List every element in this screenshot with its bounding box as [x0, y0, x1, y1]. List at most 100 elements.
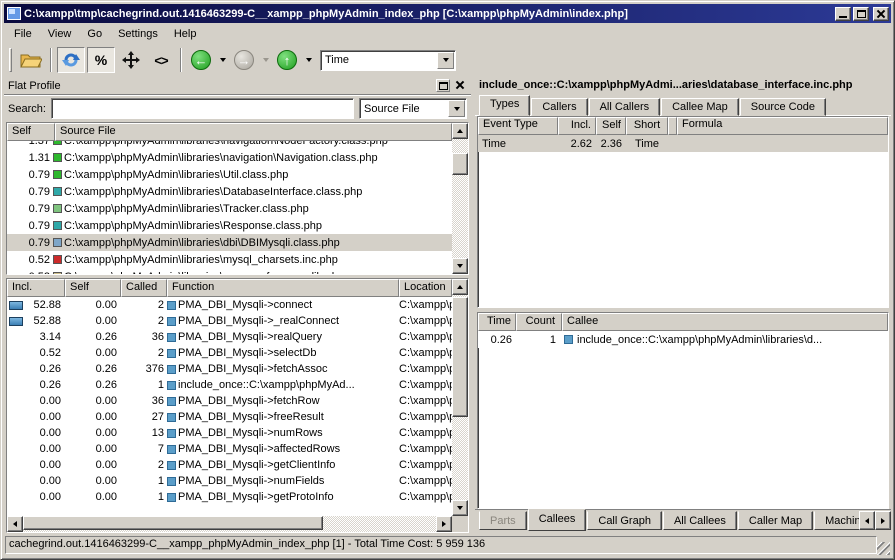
column-header-event-type[interactable]: Event Type	[478, 117, 558, 135]
combo-dropdown-button[interactable]	[437, 52, 454, 69]
function-row[interactable]: 52.88 0.00 2 PMA_DBI_Mysqli->connect C:\…	[7, 297, 452, 313]
combo-dropdown-button[interactable]	[448, 100, 465, 117]
group-select[interactable]: Source File	[359, 98, 467, 119]
menu-file[interactable]: File	[6, 25, 40, 43]
cycle-detection-button[interactable]	[57, 47, 85, 73]
tab-machine-code[interactable]: Machine	[814, 511, 859, 530]
shorten-templates-button[interactable]: <>	[147, 47, 175, 73]
menu-go[interactable]: Go	[79, 25, 110, 43]
title-bar[interactable]: C:\xampp\tmp\cachegrind.out.1416463299-C…	[4, 4, 891, 23]
scroll-left-button[interactable]	[7, 516, 23, 532]
relative-percent-button[interactable]: %	[87, 47, 115, 73]
forward-button[interactable]: →	[230, 47, 258, 73]
scrollbar-track[interactable]	[452, 295, 468, 500]
column-header-short[interactable]: Short	[626, 117, 668, 135]
scrollbar-thumb[interactable]	[23, 516, 323, 530]
toolbar-handle[interactable]	[9, 48, 12, 72]
tab-callees[interactable]: Callees	[528, 509, 587, 531]
tab-parts[interactable]: Parts	[479, 511, 527, 530]
minimize-button[interactable]	[835, 7, 851, 21]
scrollbar-track[interactable]	[23, 516, 436, 532]
callee-row[interactable]: 0.26 1 include_once::C:\xampp\phpMyAdmin…	[478, 331, 888, 348]
source-file-row[interactable]: 1.37 C:\xampp\phpMyAdmin\libraries\navig…	[7, 141, 452, 149]
column-header-self[interactable]: Self	[65, 279, 121, 297]
forward-history-dropdown[interactable]	[260, 47, 271, 73]
source-file-row[interactable]: 1.31 C:\xampp\phpMyAdmin\libraries\navig…	[7, 149, 452, 166]
up-button[interactable]: ↑	[273, 47, 301, 73]
column-header-self[interactable]: Self	[7, 123, 55, 141]
horizontal-scrollbar[interactable]	[7, 516, 452, 532]
up-history-dropdown[interactable]	[303, 47, 314, 73]
function-row[interactable]: 0.00 0.00 27 PMA_DBI_Mysqli->freeResult …	[7, 409, 452, 425]
column-header-location[interactable]: Location	[399, 279, 452, 297]
column-header-function[interactable]: Function	[167, 279, 399, 297]
column-header-called[interactable]: Called	[121, 279, 167, 297]
function-row[interactable]: 0.52 0.00 2 PMA_DBI_Mysqli->selectDb C:\…	[7, 345, 452, 361]
source-file-row-selected[interactable]: 0.79 C:\xampp\phpMyAdmin\libraries\dbi\D…	[7, 234, 452, 251]
back-button[interactable]: ←	[187, 47, 215, 73]
column-header-time[interactable]: Time	[478, 313, 516, 331]
maximize-button[interactable]	[853, 7, 869, 21]
column-header-count[interactable]: Count	[516, 313, 562, 331]
search-input[interactable]	[51, 98, 354, 119]
menu-settings[interactable]: Settings	[110, 25, 166, 43]
tab-all-callers[interactable]: All Callers	[589, 98, 661, 116]
source-file-row[interactable]: 0.52 C:\xampp\phpMyAdmin\libraries\mysql…	[7, 251, 452, 268]
scrollbar-thumb[interactable]	[452, 153, 468, 175]
event-type-row-selected[interactable]: Time 2.62 2.36 Time	[478, 135, 888, 152]
function-row[interactable]: 0.00 0.00 1 PMA_DBI_Mysqli->getProtoInfo…	[7, 489, 452, 505]
self-cost: 0.00	[65, 427, 121, 439]
tab-call-graph[interactable]: Call Graph	[587, 511, 662, 530]
source-file-row[interactable]: 0.52 C:\xampp\phpMyAdmin\libraries\user_…	[7, 268, 452, 274]
column-header-source-file[interactable]: Source File	[55, 123, 452, 141]
expand-areas-button[interactable]	[117, 47, 145, 73]
menu-help[interactable]: Help	[166, 25, 205, 43]
vertical-scrollbar[interactable]	[452, 279, 468, 516]
tab-scroll-left-button[interactable]	[859, 511, 875, 530]
function-row[interactable]: 0.00 0.00 36 PMA_DBI_Mysqli->fetchRow C:…	[7, 393, 452, 409]
dock-title-bar[interactable]: Flat Profile	[4, 77, 471, 95]
function-row[interactable]: 0.26 0.26 1 include_once::C:\xampp\phpMy…	[7, 377, 452, 393]
scroll-up-button[interactable]	[452, 123, 468, 139]
tab-types[interactable]: Types	[479, 95, 530, 116]
scroll-up-button[interactable]	[452, 279, 468, 295]
tab-caller-map[interactable]: Caller Map	[738, 511, 813, 530]
tab-source-code[interactable]: Source Code	[740, 98, 826, 116]
function-row[interactable]: 0.26 0.26 376 PMA_DBI_Mysqli->fetchAssoc…	[7, 361, 452, 377]
scroll-right-button[interactable]	[436, 516, 452, 532]
source-file-row[interactable]: 0.79 C:\xampp\phpMyAdmin\libraries\Util.…	[7, 166, 452, 183]
tab-scroll-right-button[interactable]	[875, 511, 891, 530]
event-type-select[interactable]: Time	[320, 50, 456, 71]
vertical-scrollbar[interactable]	[452, 123, 468, 274]
cost-color-icon	[53, 238, 62, 247]
resize-grip[interactable]	[877, 542, 890, 555]
column-header-formula[interactable]: Formula	[677, 117, 888, 135]
float-dock-button[interactable]	[436, 79, 450, 92]
tab-all-callees[interactable]: All Callees	[663, 511, 737, 530]
function-row[interactable]: 0.00 0.00 7 PMA_DBI_Mysqli->affectedRows…	[7, 441, 452, 457]
tab-callers[interactable]: Callers	[531, 98, 587, 116]
function-row[interactable]: 0.00 0.00 13 PMA_DBI_Mysqli->numRows C:\…	[7, 425, 452, 441]
open-file-button[interactable]	[17, 47, 45, 73]
column-header-incl[interactable]: Incl.	[558, 117, 596, 135]
function-row[interactable]: 52.88 0.00 2 PMA_DBI_Mysqli->_realConnec…	[7, 313, 452, 329]
column-header-self[interactable]: Self	[596, 117, 626, 135]
back-history-dropdown[interactable]	[217, 47, 228, 73]
column-header-callee[interactable]: Callee	[562, 313, 888, 331]
tab-callee-map[interactable]: Callee Map	[661, 98, 739, 116]
scroll-down-button[interactable]	[452, 500, 468, 516]
function-row[interactable]: 0.00 0.00 1 PMA_DBI_Mysqli->numFields C:…	[7, 473, 452, 489]
source-file-row[interactable]: 0.79 C:\xampp\phpMyAdmin\libraries\Datab…	[7, 183, 452, 200]
source-file-row[interactable]: 0.79 C:\xampp\phpMyAdmin\libraries\Respo…	[7, 217, 452, 234]
close-dock-button[interactable]	[453, 79, 467, 92]
menu-view[interactable]: View	[40, 25, 80, 43]
function-row[interactable]: 3.14 0.26 36 PMA_DBI_Mysqli->realQuery C…	[7, 329, 452, 345]
scrollbar-thumb[interactable]	[452, 297, 468, 417]
function-color-icon	[167, 429, 176, 438]
close-button[interactable]	[873, 7, 889, 21]
function-row[interactable]: 0.00 0.00 2 PMA_DBI_Mysqli->getClientInf…	[7, 457, 452, 473]
source-file-row[interactable]: 0.79 C:\xampp\phpMyAdmin\libraries\Track…	[7, 200, 452, 217]
column-header-incl[interactable]: Incl.	[7, 279, 65, 297]
scroll-down-button[interactable]	[452, 258, 468, 274]
scrollbar-track[interactable]	[452, 139, 468, 258]
